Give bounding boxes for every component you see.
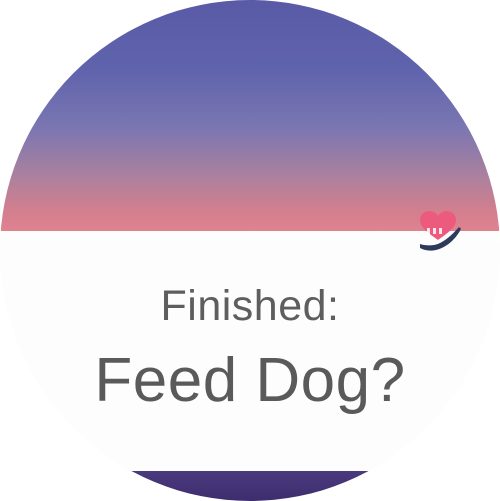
task-title[interactable]: Feed Dog?: [0, 345, 500, 416]
bottom-edge-gradient: [0, 471, 500, 501]
status-label: Finished:: [160, 282, 340, 330]
heart-in-hand-icon: [420, 211, 461, 251]
background-gradient: [0, 0, 500, 231]
watch-face: Finished: Feed Dog?: [0, 0, 500, 501]
